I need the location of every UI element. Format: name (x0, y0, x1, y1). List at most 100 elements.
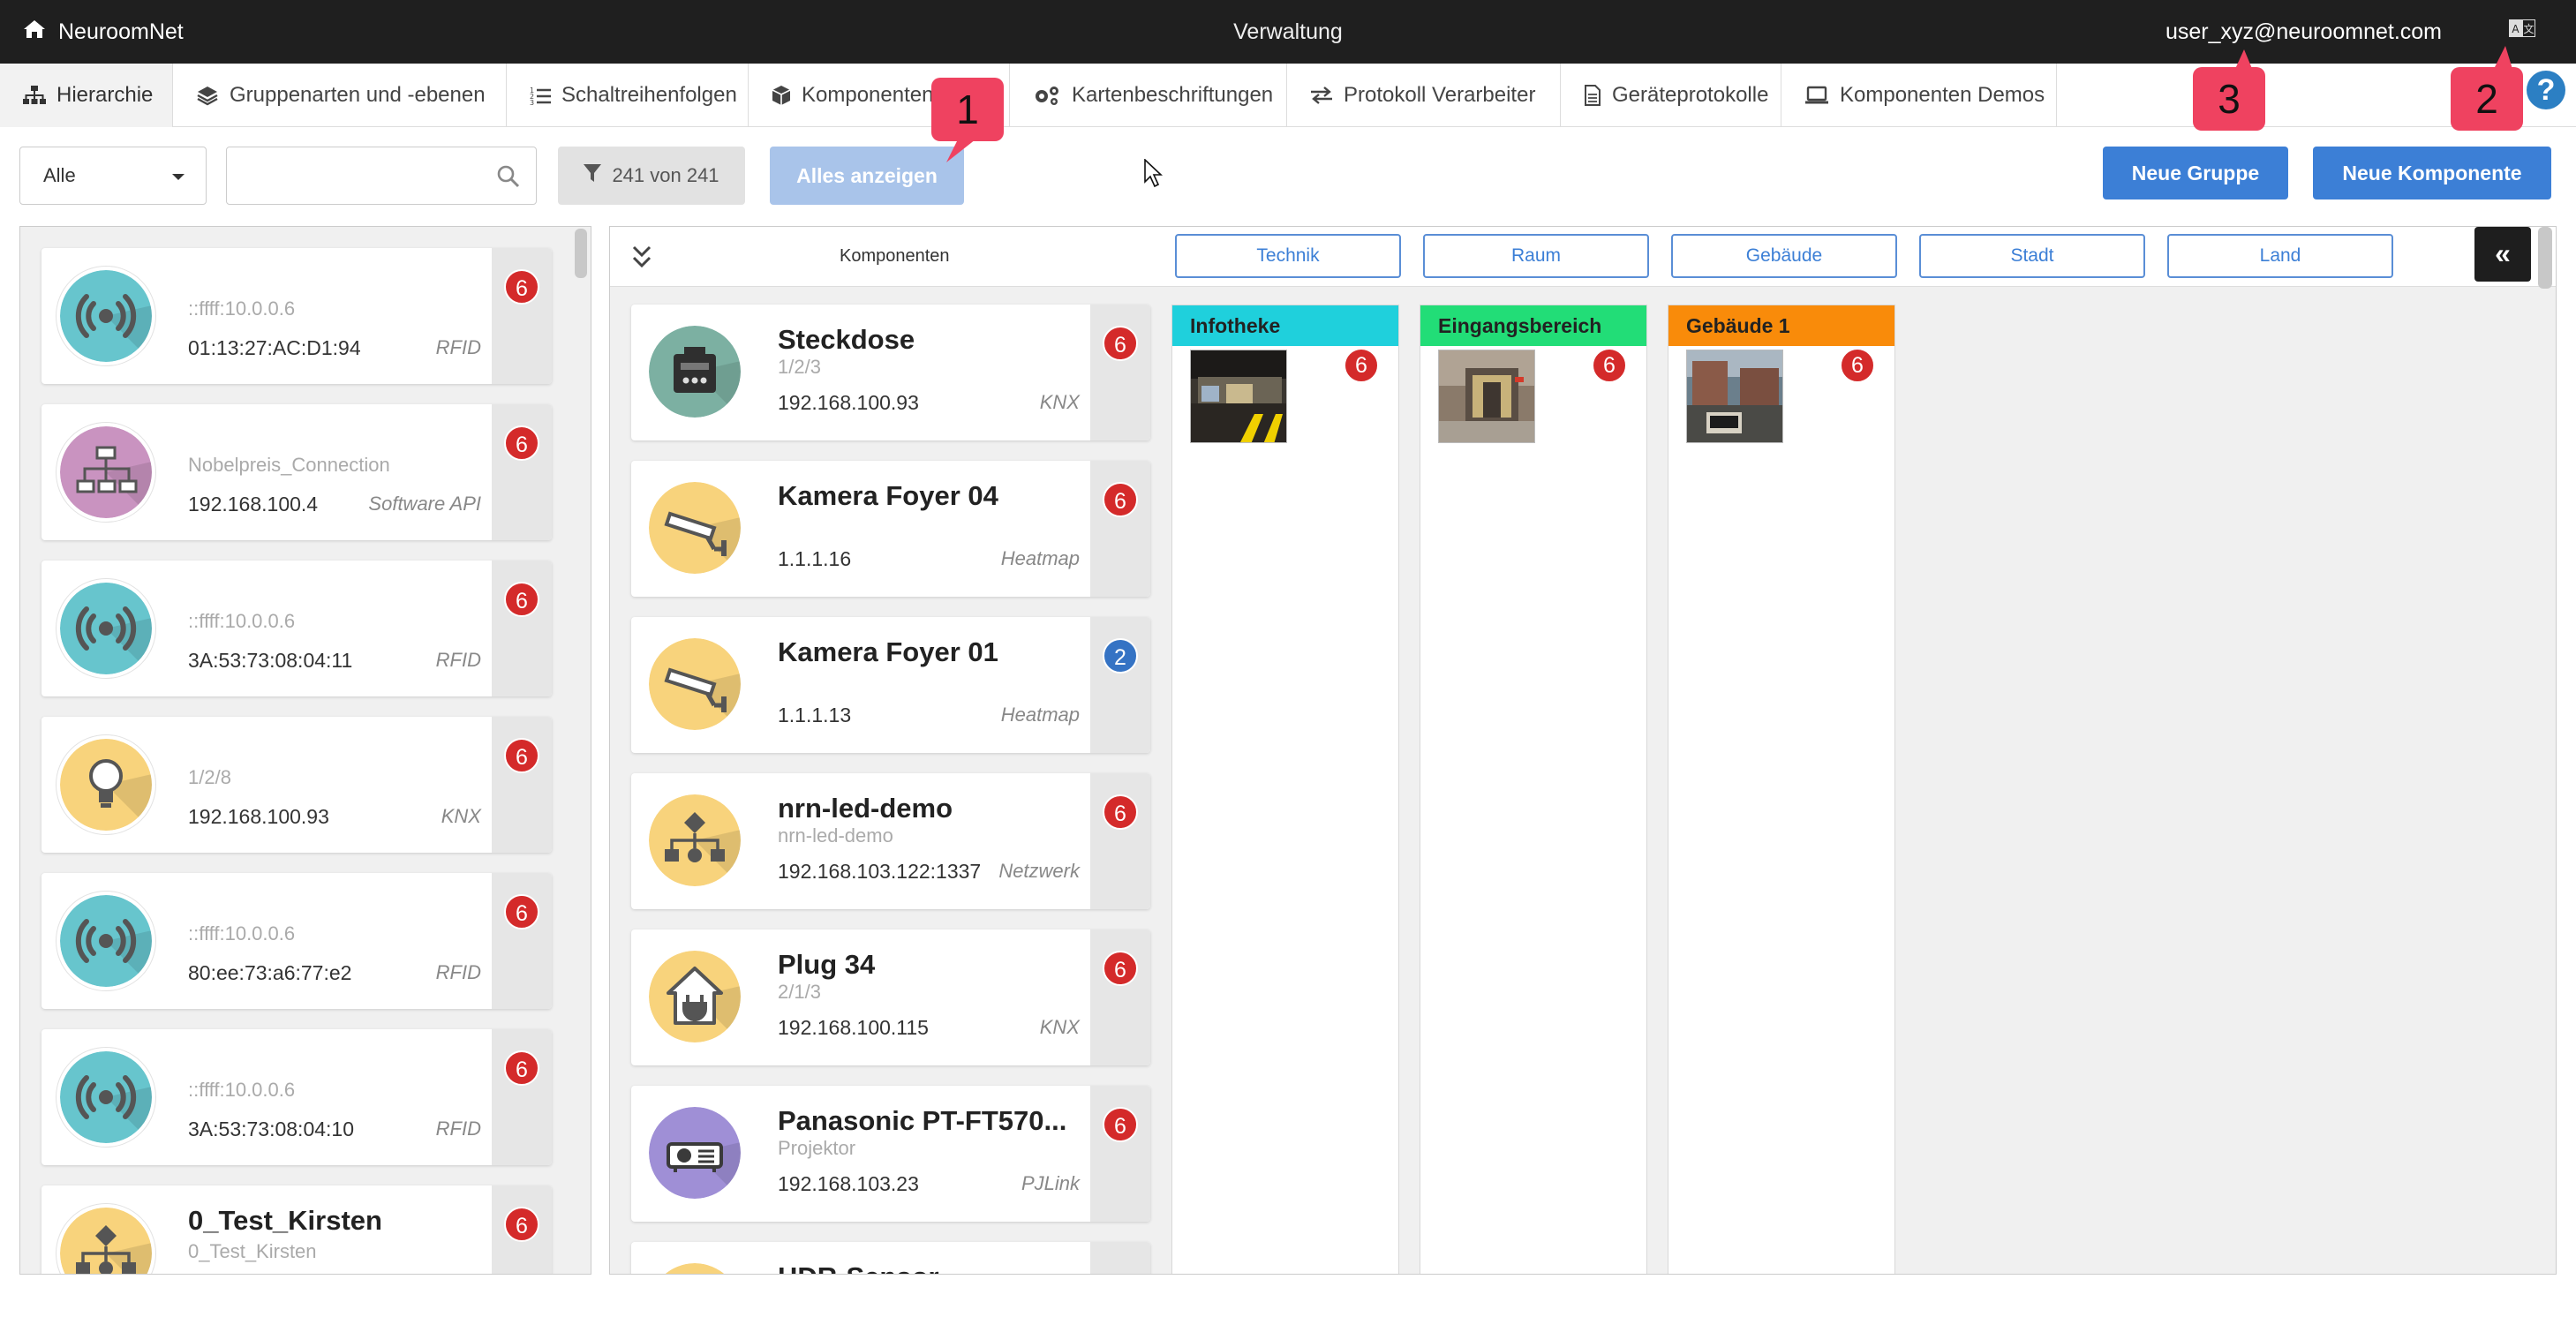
component-title: Plug 34 (778, 949, 876, 980)
group-column[interactable]: Infotheke 6 (1171, 305, 1399, 1274)
component-address: 80:ee:73:a6:77:e2 (188, 961, 352, 984)
brand-name: NeuroomNet (58, 19, 184, 44)
house-plug-icon (645, 947, 746, 1048)
component-address: 1.1.1.16 (778, 547, 852, 570)
exchange-icon (1310, 86, 1333, 105)
component-card[interactable]: 6 1/2/8 192.168.100.93 KNX (41, 717, 552, 853)
search-input[interactable] (226, 147, 537, 205)
count-badge: 6 (504, 425, 539, 461)
count-badge: 6 (1103, 794, 1138, 830)
collapse-left-icon[interactable]: « (2474, 227, 2531, 282)
card-action-strip[interactable] (1090, 1242, 1150, 1274)
help-icon[interactable]: ? (2527, 71, 2565, 109)
level-land-button[interactable]: Land (2167, 234, 2393, 278)
component-title: 0_Test_Kirsten (188, 1205, 382, 1236)
tab-label: Komponenten (802, 83, 934, 107)
component-subtitle: 0_Test_Kirsten (188, 1240, 317, 1262)
group-header[interactable]: Eingangsbereich (1420, 305, 1646, 346)
hierarchy-panel: Komponenten Technik Raum Gebäude Stadt L… (609, 226, 2557, 1275)
tab-label: Hierarchie (56, 83, 154, 107)
tab-geraeteprotokolle[interactable]: Geräteprotokolle (1561, 64, 1781, 127)
tab-label: Komponenten Demos (1840, 83, 2045, 107)
component-card[interactable]: 6 0_Test_Kirsten 0_Test_Kirsten (41, 1185, 552, 1274)
group-image (1686, 350, 1783, 443)
count-badge: 6 (1103, 482, 1138, 517)
count-badge: 6 (1592, 348, 1627, 383)
component-title: Steckdose (778, 324, 915, 355)
component-protocol: KNX (1039, 1016, 1080, 1038)
tab-label: Protokoll Verarbeiter (1344, 83, 1536, 107)
new-component-button[interactable]: Neue Komponente (2313, 147, 2551, 199)
component-card[interactable]: 6 Plug 34 2/1/3 192.168.100.115 KNX (631, 929, 1150, 1065)
socket-icon (645, 322, 746, 423)
group-header[interactable]: Infotheke (1172, 305, 1398, 346)
home-icon (23, 19, 46, 45)
group-header[interactable]: Gebäude 1 (1668, 305, 1894, 346)
hierarchy-header: Komponenten Technik Raum Gebäude Stadt L… (610, 227, 2556, 287)
component-address: 192.168.100.93 (188, 805, 329, 828)
group-image (1190, 350, 1287, 443)
count-badge: 6 (504, 894, 539, 929)
scrollbar[interactable] (2538, 227, 2552, 289)
component-card[interactable]: 6::ffff:10.0.0.6 3A:53:73:08:04:10 RFID (41, 1029, 552, 1165)
tab-hierarchie[interactable]: Hierarchie (0, 64, 173, 127)
new-group-button[interactable]: Neue Gruppe (2103, 147, 2288, 199)
component-subtitle: ::ffff:10.0.0.6 (188, 297, 296, 320)
group-column[interactable]: Eingangsbereich 6 (1420, 305, 1647, 1274)
count-badge: 6 (1840, 348, 1875, 383)
component-title: Kamera Foyer 01 (778, 636, 998, 667)
count-badge: 6 (1344, 348, 1379, 383)
component-card[interactable]: 2 Kamera Foyer 01 1.1.1.13 Heatmap (631, 617, 1150, 753)
svg-text:3: 3 (530, 99, 534, 105)
component-card[interactable]: 6 Panasonic PT-FT570... Projektor 192.168.1… (631, 1086, 1150, 1222)
svg-text:文: 文 (2523, 22, 2534, 35)
tab-schaltreihenfolgen[interactable]: 123 Schaltreihenfolgen (507, 64, 749, 127)
component-subtitle: nrn-led-demo (778, 824, 893, 847)
component-card[interactable]: 6 Nobelpreis_Connection 192.168.100.4 Softw… (41, 404, 552, 540)
component-card[interactable]: 6::ffff:10.0.0.6 80:ee:73:a6:77:e2 RFID (41, 873, 552, 1009)
component-card[interactable]: 6 nrn-led-demo nrn-led-demo 192.168.103.122… (631, 773, 1150, 909)
level-raum-button[interactable]: Raum (1423, 234, 1649, 278)
user-email[interactable]: user_xyz@neuroomnet.com (2165, 0, 2442, 64)
language-icon[interactable]: A文 (2509, 19, 2535, 42)
component-list-panel[interactable]: 6::ffff:10.0.0.6 01:13:27:AC:D1:94 RFID6 No… (19, 226, 591, 1275)
component-protocol: KNX (441, 805, 481, 827)
component-subtitle: Projektor (778, 1137, 856, 1159)
component-subtitle: 1/2/8 (188, 766, 231, 788)
rfid-signal-icon (56, 891, 156, 991)
filter-button[interactable]: 241 von 241 (558, 147, 745, 205)
component-card[interactable]: 6::ffff:10.0.0.6 3A:53:73:08:04:11 RFID (41, 561, 552, 696)
group-column[interactable]: Gebäude 1 6 (1668, 305, 1895, 1274)
tab-gruppenarten[interactable]: Gruppenarten und -ebenen (173, 64, 507, 127)
brand[interactable]: NeuroomNet (23, 0, 184, 64)
component-card[interactable]: HDR-Sensor (631, 1242, 1150, 1274)
component-title: HDR-Sensor (778, 1261, 939, 1274)
scrollbar[interactable] (575, 229, 587, 278)
file-icon (1584, 85, 1601, 106)
rfid-signal-icon (56, 266, 156, 366)
components-column-title: Komponenten (840, 246, 950, 266)
component-protocol: Heatmap (1000, 547, 1080, 569)
component-protocol: RFID (435, 336, 481, 358)
level-gebaeude-button[interactable]: Gebäude (1671, 234, 1897, 278)
laptop-icon (1804, 86, 1829, 105)
level-technik-button[interactable]: Technik (1175, 234, 1401, 278)
rfid-signal-icon (56, 578, 156, 679)
component-card[interactable]: 6 Kamera Foyer 04 1.1.1.16 Heatmap (631, 461, 1150, 597)
show-all-button[interactable]: Alles anzeigen (770, 147, 964, 205)
annotation-badge-1: 1 (931, 78, 1004, 141)
level-stadt-button[interactable]: Stadt (1919, 234, 2145, 278)
tab-komponenten-demos[interactable]: Komponenten Demos (1781, 64, 2057, 127)
component-address: 192.168.100.93 (778, 391, 919, 414)
component-card[interactable]: 6::ffff:10.0.0.6 01:13:27:AC:D1:94 RFID (41, 248, 552, 384)
component-card[interactable]: 6 Steckdose 1/2/3 192.168.100.93 KNX (631, 305, 1150, 440)
tab-kartenbeschriftungen[interactable]: Kartenbeschriftungen (1010, 64, 1287, 127)
double-chevron-down-icon[interactable] (631, 245, 652, 274)
filter-count: 241 von 241 (612, 164, 719, 186)
type-select[interactable]: Alle (19, 147, 207, 205)
component-title: nrn-led-demo (778, 793, 953, 824)
mouse-cursor-icon (1144, 158, 1164, 193)
tab-label: Kartenbeschriftungen (1072, 83, 1274, 107)
tab-protokoll-verarbeiter[interactable]: Protokoll Verarbeiter (1287, 64, 1561, 127)
component-title: Panasonic PT-FT570... (778, 1105, 1067, 1136)
